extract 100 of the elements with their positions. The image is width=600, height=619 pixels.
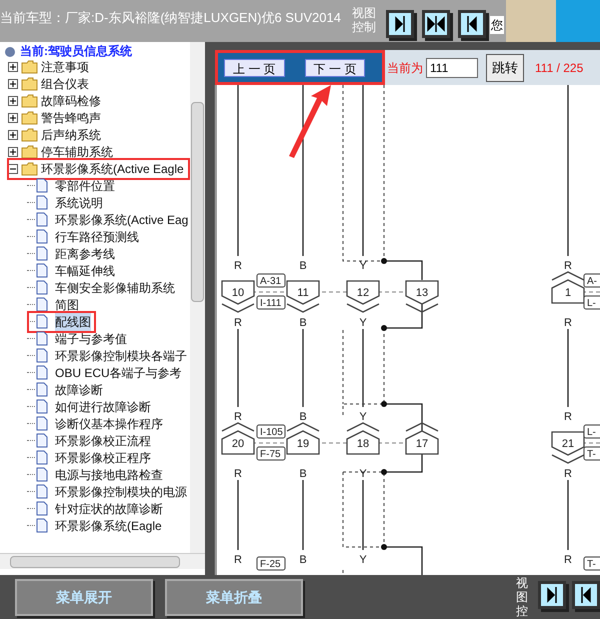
wire-color-label: Y	[359, 411, 367, 423]
connector-symbol	[405, 280, 439, 313]
expand-icon[interactable]	[8, 62, 18, 72]
wire-color-label: R	[564, 260, 572, 272]
expand-icon[interactable]	[8, 96, 18, 106]
tree-folder-item[interactable]: 后声纳系统	[41, 126, 101, 144]
expand-icon[interactable]	[8, 146, 18, 156]
document-icon	[36, 382, 48, 397]
page-input[interactable]: 111	[426, 58, 478, 78]
tree-page-item[interactable]: 简图	[55, 296, 79, 314]
corner-panel	[556, 0, 600, 42]
view-control-label: 视	[516, 576, 530, 590]
tree-page-item[interactable]: OBU ECU各端子与参考	[55, 364, 182, 382]
view-button[interactable]	[422, 10, 450, 38]
connector-tag: I-111	[256, 296, 286, 310]
view-control-label: 控制	[352, 20, 377, 34]
connector-symbol	[405, 422, 439, 455]
tree-page-item[interactable]: 端子与参考值	[55, 330, 127, 348]
previous-page-button[interactable]: 上 一 页	[224, 58, 285, 76]
folder-icon	[21, 76, 38, 90]
tree-page-item[interactable]: 电源与接地电路检查	[55, 466, 163, 484]
view-control-label: 图	[516, 590, 530, 604]
tree-folder-item[interactable]: 停车辅助系统	[41, 142, 113, 160]
connector-tag: F-75	[256, 446, 286, 460]
view-button[interactable]	[538, 581, 566, 609]
wire-color-label: R	[234, 411, 242, 423]
tree-page-item[interactable]: 配线图	[55, 312, 91, 330]
tree-folder-item[interactable]: 警告蜂鸣声	[41, 108, 101, 126]
view-button[interactable]	[386, 10, 414, 38]
tree-page-item[interactable]: 如何进行故障诊断	[55, 398, 151, 416]
greeting-text: 您	[490, 16, 504, 34]
wire-color-label: R	[564, 468, 572, 480]
folder-icon	[21, 128, 38, 142]
tree-page-item[interactable]: 距离参考线	[55, 244, 115, 262]
tree-folder-item[interactable]: 组合仪表	[41, 74, 89, 92]
current-page-label: 当前为	[387, 60, 423, 76]
connector-tag: A-	[584, 274, 600, 288]
document-icon	[36, 331, 48, 346]
folder-icon	[21, 144, 38, 158]
connector-symbol	[286, 280, 320, 313]
connector-number: 17	[416, 438, 428, 450]
wire-color-label: R	[564, 411, 572, 423]
document-icon	[36, 246, 48, 261]
tree-page-item[interactable]: 零部件位置	[55, 176, 115, 194]
tree-folder-item[interactable]: 注意事项	[41, 58, 89, 76]
connector-tag: I-105	[256, 424, 286, 438]
jump-button[interactable]: 跳转	[486, 54, 524, 82]
tree-folder-item[interactable]: 故障码检修	[41, 92, 101, 110]
connector-symbol	[221, 422, 255, 455]
connector-number: 20	[232, 438, 244, 450]
connector-number: 21	[562, 438, 574, 450]
view-button[interactable]	[458, 10, 486, 38]
expand-icon[interactable]	[8, 78, 18, 88]
arrow-left-bar-icon	[467, 15, 477, 33]
tree-page-item[interactable]: 诊断仪基本操作程序	[55, 414, 163, 432]
tree-page-item[interactable]: 系统说明	[55, 194, 103, 212]
database-icon	[4, 46, 16, 58]
wire-color-label: R	[564, 317, 572, 329]
tree-page-item[interactable]: 故障诊断	[55, 380, 103, 398]
connector-number: 18	[356, 438, 370, 450]
connector-symbol	[551, 431, 585, 464]
tree-page-item[interactable]: 针对症状的故障诊断	[55, 500, 163, 518]
vehicle-title: 当前车型：厂家:D-东风裕隆(纳智捷LUXGEN)优6 SUV2014	[0, 9, 342, 27]
tree-page-item[interactable]: 行车路径预测线	[55, 228, 139, 246]
document-icon	[36, 195, 48, 210]
connector-tag: T-	[584, 446, 600, 460]
folder-icon	[21, 110, 38, 124]
connector-number: 11	[297, 287, 309, 299]
tree-page-item[interactable]: 环景影像控制模块的电源	[55, 482, 187, 500]
wire-color-label: B	[299, 411, 307, 423]
connector-symbol	[346, 280, 380, 313]
tree-page-item[interactable]: 车侧安全影像辅助系统	[55, 278, 175, 296]
horizontal-scrollbar[interactable]	[0, 553, 205, 569]
document-icon	[36, 399, 48, 414]
wire-color-label: Y	[359, 468, 367, 480]
tree-page-item[interactable]: 环景影像校正流程	[55, 432, 151, 450]
view-control-label: 控	[516, 604, 530, 618]
tree-page-item[interactable]: 环景影像控制模块各端子	[55, 346, 187, 364]
connector-symbol	[551, 271, 585, 304]
tree-page-item[interactable]: 环景影像校正程序	[55, 448, 151, 466]
tree-page-item[interactable]: 环景影像系统(Eagle	[55, 516, 162, 534]
document-icon	[36, 433, 48, 448]
expand-icon[interactable]	[8, 130, 18, 140]
document-icon	[36, 484, 48, 499]
tree-page-item[interactable]: 环景影像系统(Active Eag	[55, 210, 188, 228]
collapse-icon[interactable]	[8, 164, 18, 174]
junction-dot	[381, 469, 387, 475]
view-button[interactable]	[572, 581, 600, 609]
tree-page-item[interactable]: 车幅延伸线	[55, 262, 115, 280]
tree-header: 当前:驾驶员信息系统	[20, 44, 132, 58]
connector-tag: L-	[584, 296, 600, 310]
wire-color-label: Y	[359, 317, 367, 329]
expand-icon[interactable]	[8, 112, 18, 122]
connector-tag: T-	[584, 556, 600, 570]
vertical-scrollbar[interactable]	[190, 42, 205, 553]
connector-number: 1	[564, 287, 572, 299]
document-icon	[36, 501, 48, 516]
connector-number: 10	[232, 287, 244, 299]
tree-folder-item[interactable]: 环景影像系统(Active Eagle	[41, 160, 184, 178]
next-page-button[interactable]: 下 一 页	[304, 58, 366, 76]
